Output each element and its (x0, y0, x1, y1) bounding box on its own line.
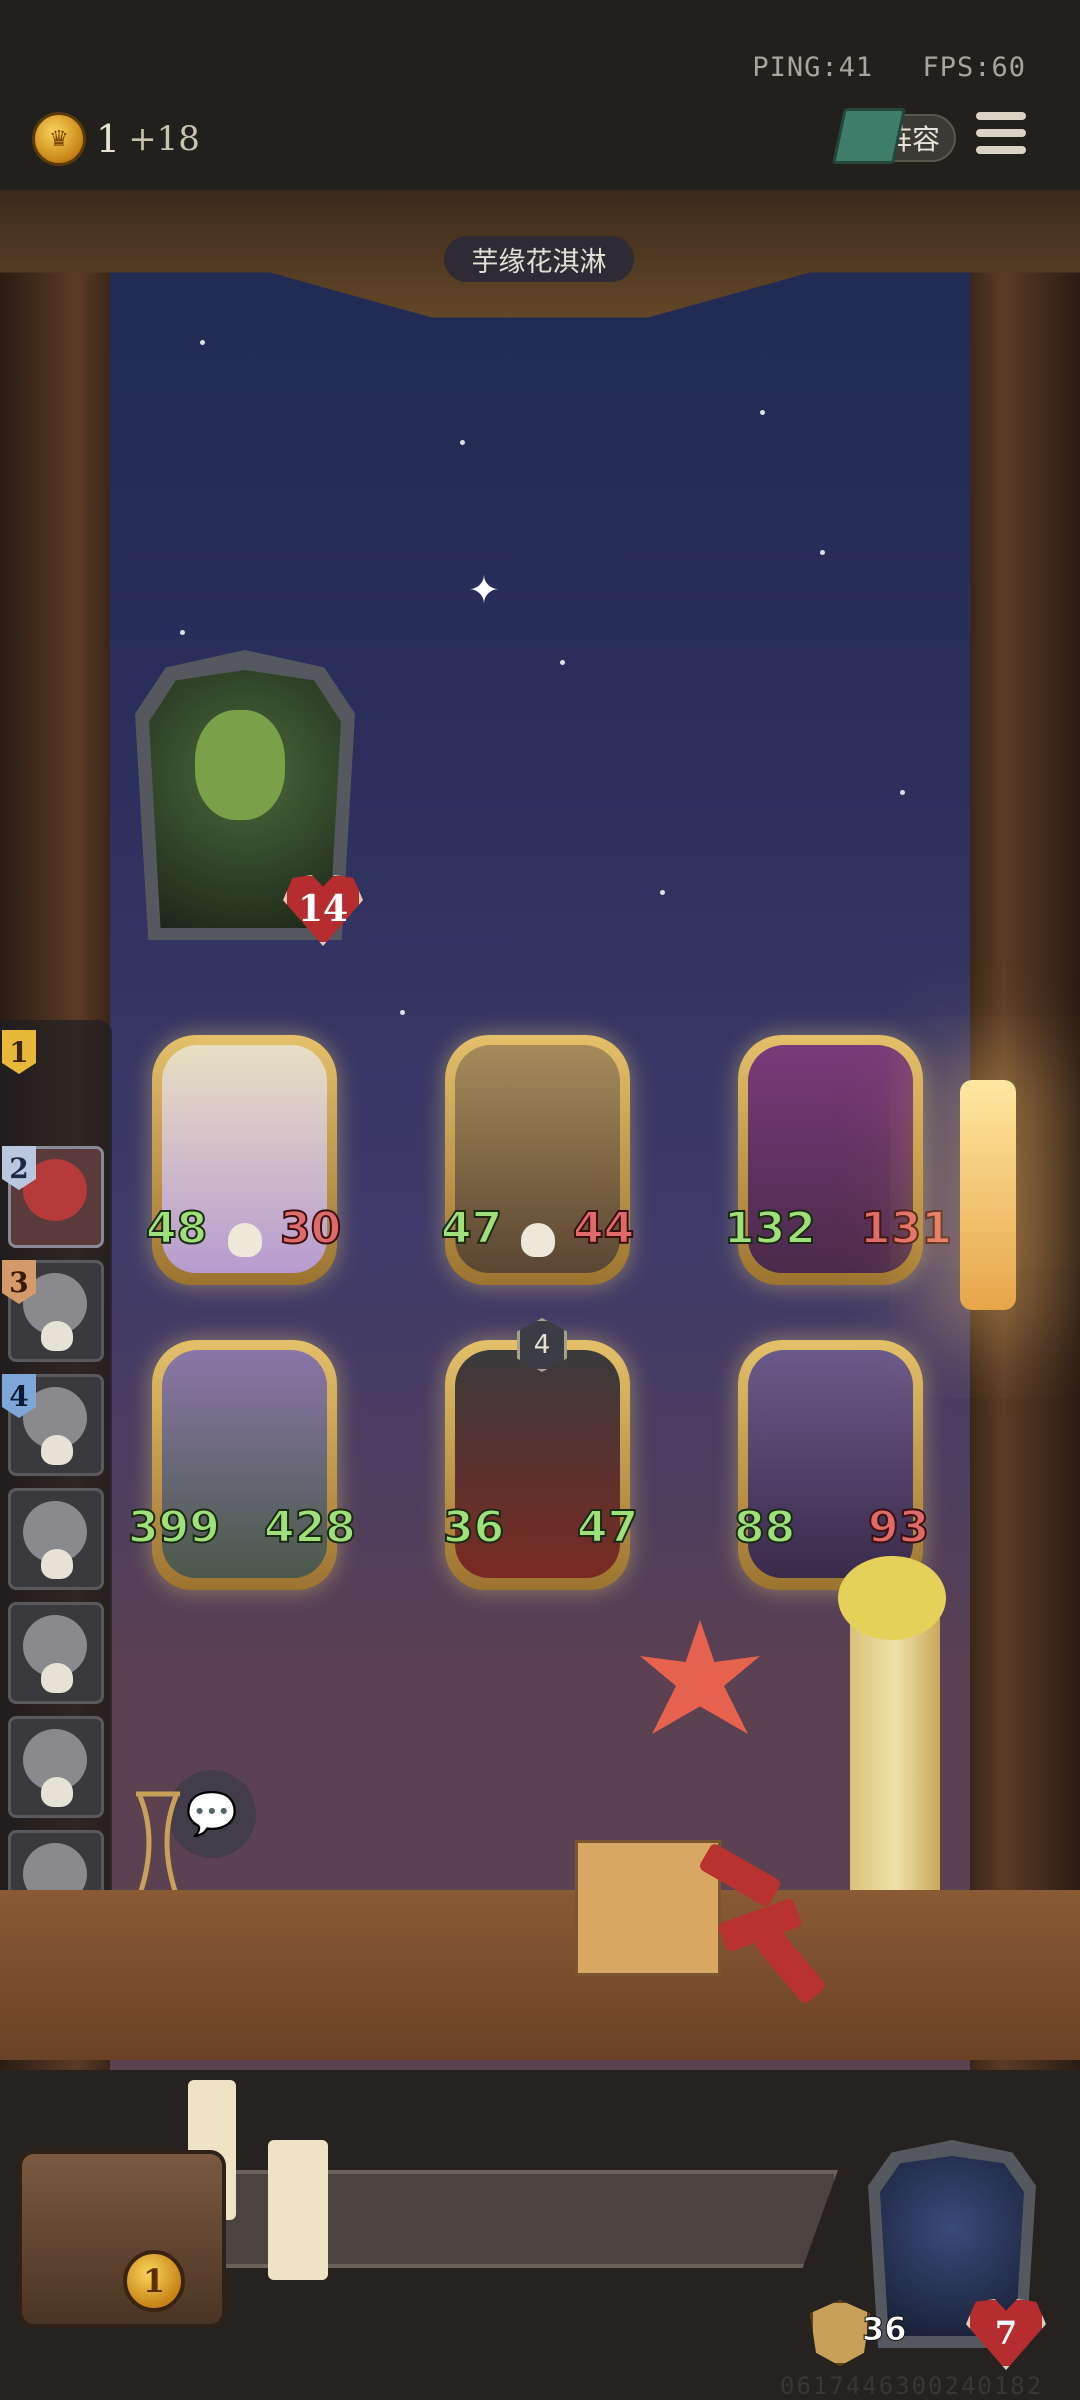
minion-card[interactable]: 47 44 (440, 1035, 635, 1285)
attack-value: 132 (723, 1202, 817, 1255)
skull-icon (521, 1223, 555, 1257)
gold-income: +18 (128, 119, 200, 159)
player-slot[interactable] (8, 1488, 104, 1590)
health-value: 131 (859, 1202, 953, 1255)
attack-value: 36 (442, 1501, 505, 1554)
tavern-chest[interactable] (18, 2150, 226, 2328)
opponent-health-heart-icon: 14 (283, 872, 363, 946)
attack-value: 47 (440, 1202, 503, 1255)
opponent-portrait[interactable]: 14 (135, 650, 360, 945)
game-seed: 0617446300240182 (780, 2372, 1044, 2400)
health-value: 30 (279, 1202, 342, 1255)
fps-readout: FPS:60 (922, 52, 1026, 83)
skull-icon (41, 1321, 73, 1351)
skull-icon (41, 1549, 73, 1579)
rank-badge: 1 (2, 1030, 36, 1074)
health-value: 428 (263, 1501, 357, 1554)
tavern-level: 1 (123, 2250, 185, 2312)
skull-icon (41, 1435, 73, 1465)
snake-head (838, 1556, 946, 1640)
health-value: 47 (576, 1501, 639, 1554)
network-stats: PING:41 FPS:60 (720, 52, 1026, 83)
attack-value: 88 (733, 1501, 796, 1554)
health-value: 93 (867, 1501, 930, 1554)
hand-tray (130, 2170, 838, 2268)
player-health-heart-icon: 7 (966, 2296, 1046, 2370)
minion-card[interactable]: 4 36 47 (442, 1318, 639, 1590)
skull-icon (41, 1777, 73, 1807)
standings-panel: 1 2 3 4 (0, 1020, 112, 1950)
minion-card[interactable]: 48 30 (145, 1035, 342, 1285)
player-slot[interactable] (8, 1716, 104, 1818)
minion-card[interactable]: 399 428 (127, 1340, 357, 1590)
wooden-table (0, 1890, 1080, 2060)
attack-value: 48 (145, 1202, 208, 1255)
skull-icon (228, 1223, 262, 1257)
fireworks-box (575, 1840, 721, 1976)
sparkle-star-icon: ✦ (468, 568, 500, 612)
hourglass-icon (130, 1790, 186, 1900)
attack-value: 399 (127, 1501, 221, 1554)
goblin-face (195, 710, 285, 820)
gold-display: ♛ 1 +18 (32, 112, 200, 166)
gold-amount: 1 (96, 117, 121, 161)
opponent-health: 14 (297, 888, 349, 930)
candle (268, 2140, 328, 2280)
ping-readout: PING:41 (752, 52, 874, 83)
player-armor: 36 (862, 2310, 908, 2349)
player-slot[interactable] (8, 1602, 104, 1704)
player-health: 7 (994, 2314, 1018, 2352)
hamburger-menu-icon[interactable] (976, 112, 1026, 158)
skull-icon (41, 1663, 73, 1693)
lantern (960, 1080, 1016, 1310)
book-icon[interactable] (832, 108, 906, 164)
health-value: 44 (572, 1202, 635, 1255)
minion-card[interactable]: 88 93 (733, 1340, 930, 1590)
opponent-name: 芋缘花淇淋 (444, 236, 634, 282)
crown-coin-icon: ♛ (32, 112, 86, 166)
minion-card[interactable]: 132 131 (723, 1035, 953, 1285)
